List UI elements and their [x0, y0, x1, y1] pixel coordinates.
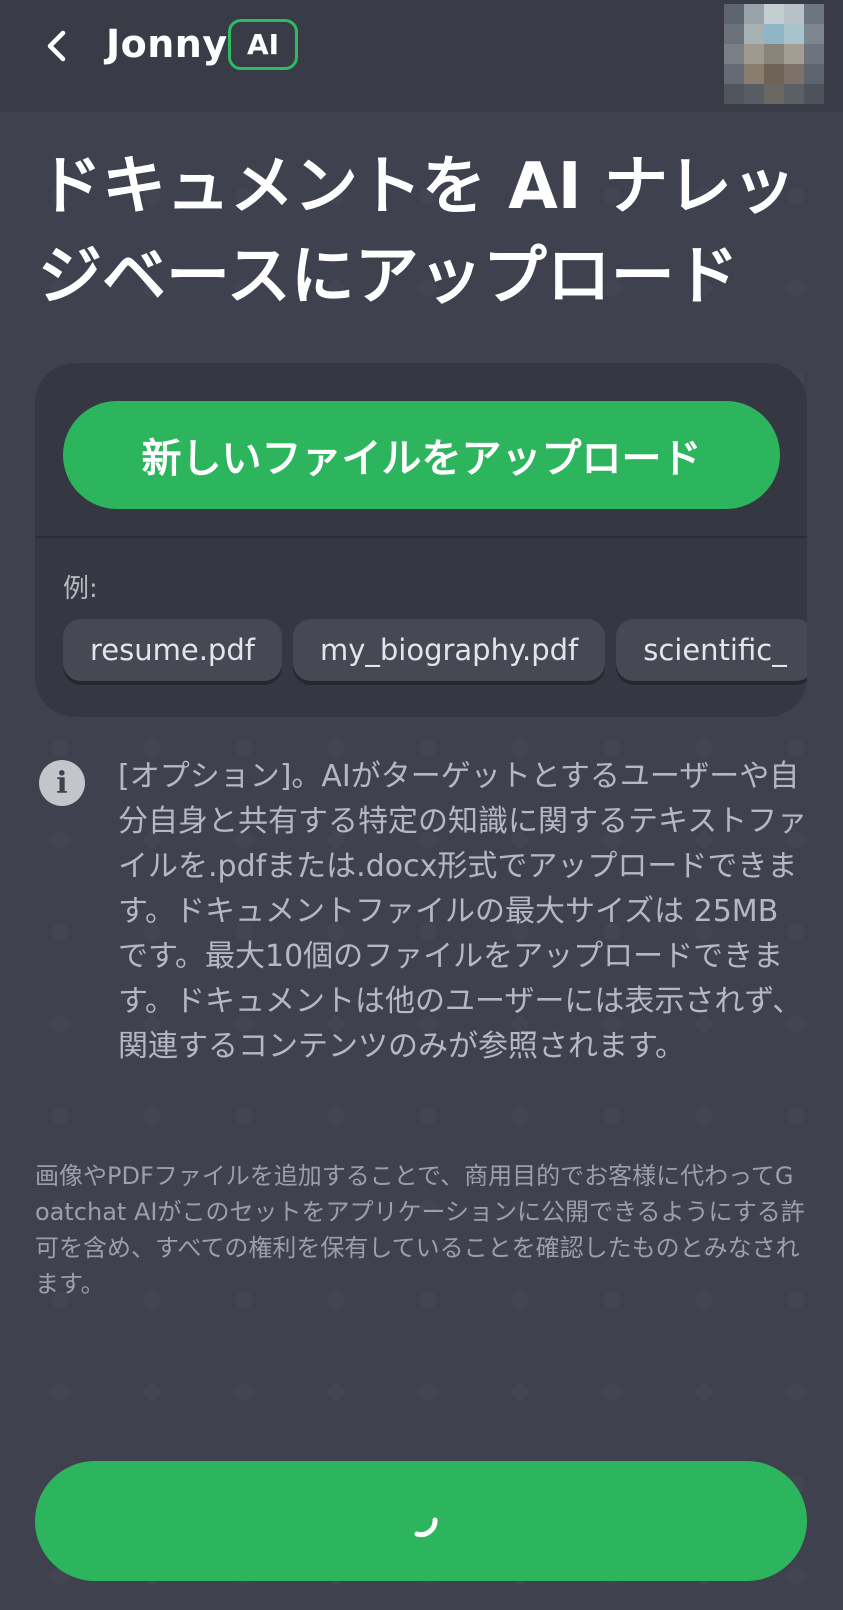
- rights-disclaimer: 画像やPDFファイルを追加することで、商用目的でお客様に代わってGoatchat…: [35, 1162, 805, 1298]
- loading-spinner-icon: [414, 1517, 438, 1538]
- example-file-chips: resume.pdf my_biography.pdf scientific_: [63, 619, 807, 681]
- info-icon: i: [39, 760, 85, 806]
- card-divider: [35, 536, 807, 538]
- top-app-bar: Jonny AI: [0, 0, 843, 112]
- submit-button[interactable]: [35, 1461, 807, 1581]
- example-chip[interactable]: scientific_: [616, 619, 807, 681]
- upload-card: 新しいファイルをアップロード 例: resume.pdf my_biograph…: [35, 363, 807, 717]
- example-chip[interactable]: my_biography.pdf: [292, 619, 606, 681]
- back-button[interactable]: [36, 26, 76, 66]
- info-text: [オプション]。AIがターゲットとするユーザーや自分自身と共有する特定の知識に関…: [118, 759, 808, 1064]
- app-name: Jonny: [106, 22, 228, 66]
- user-avatar[interactable]: [724, 4, 824, 104]
- upload-new-file-button[interactable]: 新しいファイルをアップロード: [63, 401, 780, 509]
- ai-badge: AI: [228, 19, 298, 70]
- chevron-left-icon: [47, 30, 66, 62]
- examples-label: 例:: [63, 574, 98, 604]
- page-title: ドキュメントを AI ナレッ ジベースにアップロード: [38, 150, 796, 314]
- example-chip[interactable]: resume.pdf: [63, 619, 282, 681]
